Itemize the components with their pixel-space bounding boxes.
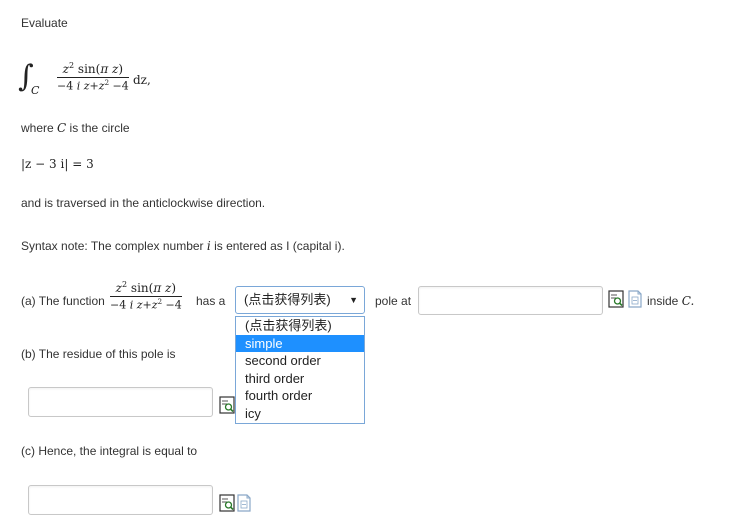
integrand-fraction: z2 sin(π z) −4 i z+z2 −4 bbox=[57, 61, 129, 93]
dropdown-option[interactable]: third order bbox=[236, 370, 364, 388]
part-b-label: (b) The residue of this pole is bbox=[21, 347, 176, 361]
integral-dz: dz, bbox=[133, 73, 151, 87]
part-a-label: (a) The function bbox=[21, 294, 105, 308]
integrand-numerator: z2 sin(π z) bbox=[57, 61, 129, 78]
pole-order-select-value: (点击获得列表) bbox=[244, 292, 331, 307]
dropdown-option[interactable]: icy bbox=[236, 405, 364, 423]
pole-order-dropdown[interactable]: (点击获得列表) simple second order third order… bbox=[235, 316, 365, 424]
part-a-denominator: −4 i z+z2 −4 bbox=[110, 298, 182, 312]
integral-answer-input[interactable] bbox=[28, 485, 213, 515]
pole-location-input[interactable] bbox=[418, 286, 603, 315]
preview-icon[interactable] bbox=[219, 396, 235, 414]
dropdown-option[interactable]: fourth order bbox=[236, 387, 364, 405]
pole-at-text: pole at bbox=[375, 294, 412, 308]
dropdown-option[interactable]: second order bbox=[236, 352, 364, 370]
dropdown-option-selected[interactable]: simple bbox=[236, 334, 364, 352]
has-a-text: has a bbox=[196, 294, 226, 308]
part-a-fraction: z2 sin(π z) −4 i z+z2 −4 bbox=[110, 280, 182, 312]
preview-icon[interactable] bbox=[608, 290, 624, 308]
part-a-numerator: z2 sin(π z) bbox=[110, 280, 182, 297]
formula-icon[interactable] bbox=[627, 290, 643, 308]
where-text: where C is the circle bbox=[21, 121, 130, 135]
circle-equation: |z − 3 i| = 3 bbox=[21, 157, 94, 171]
residue-input[interactable] bbox=[28, 387, 213, 417]
traversed-text: and is traversed in the anticlockwise di… bbox=[21, 196, 266, 210]
pole-order-select[interactable]: (点击获得列表) ▼ bbox=[235, 286, 365, 314]
inside-c-text: inside C. bbox=[647, 294, 695, 308]
syntax-note: Syntax note: The complex number i is ent… bbox=[21, 239, 345, 253]
integral-contour: C bbox=[31, 84, 40, 97]
dropdown-option[interactable]: (点击获得列表) bbox=[236, 317, 364, 335]
integrand-denominator: −4 i z+z2 −4 bbox=[57, 79, 129, 93]
part-c-label: (c) Hence, the integral is equal to bbox=[21, 444, 198, 458]
formula-icon[interactable] bbox=[236, 494, 252, 512]
evaluate-label: Evaluate bbox=[21, 16, 68, 30]
preview-icon[interactable] bbox=[219, 494, 235, 512]
chevron-down-icon: ▼ bbox=[349, 295, 358, 305]
